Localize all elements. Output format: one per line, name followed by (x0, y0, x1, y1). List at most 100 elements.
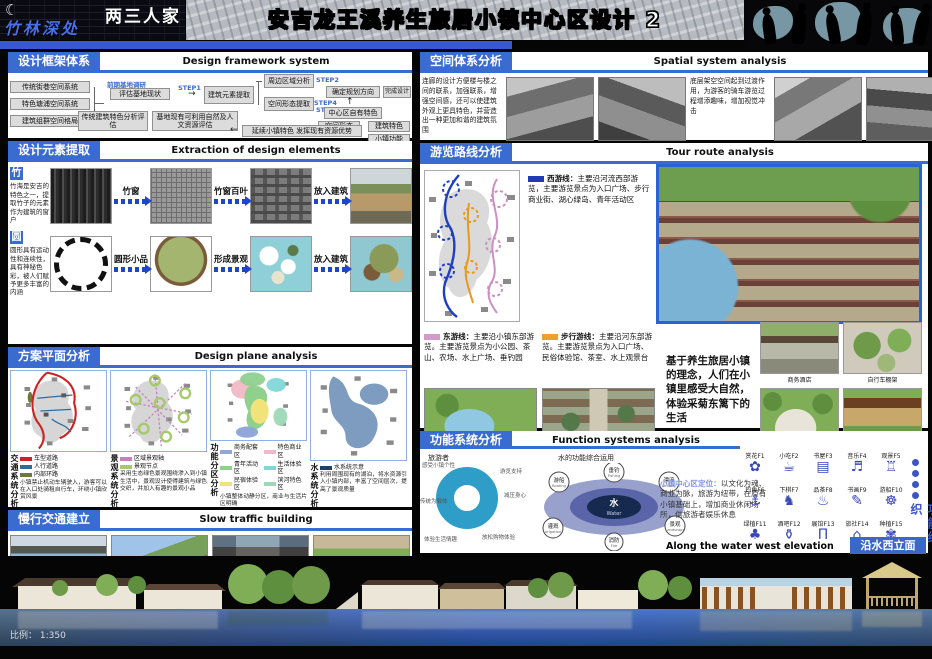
step-arrow: 形成景观 (212, 256, 250, 272)
elevation-title-zh: 沿水西立面 (850, 537, 926, 554)
flow-branch-bottom: 空间形态提取 (264, 97, 314, 111)
section-title-en: Tour route analysis (512, 143, 928, 161)
svg-text:垂钓: 垂钓 (608, 466, 620, 474)
panel-vtitle: 功能分区分析 (210, 443, 220, 508)
ring-label: 放松购物体验 (482, 533, 515, 541)
panel-vtitle: 景观系统分析 (110, 454, 120, 508)
panel-zoning: 功能分区分析 商务配套区 特色商业区 青年活动区 生活体验区 民宿体验区 滨河特… (210, 370, 307, 508)
element-tag: 竹 (10, 167, 23, 180)
panel-vtitle: 水系统分析 (310, 463, 320, 508)
section-title-zh: 游览路线分析 (420, 143, 512, 161)
section-plane-analysis: 方案平面分析 Design plane analysis (8, 347, 412, 507)
building (578, 590, 638, 609)
icon-music: 音乐F4♬ (840, 451, 874, 485)
flow-assess-sub1: 传统建筑特色分析评估 (78, 111, 148, 131)
reflection (862, 611, 922, 627)
section-title-zh: 空间体系分析 (420, 52, 512, 70)
section-title-zh: 方案平面分析 (8, 347, 100, 365)
flow-branch-top: 周边区域分析 (264, 74, 314, 88)
icon-calligraphy: 书画F9✎ (840, 485, 874, 519)
flow-output-1: 建筑特色 (368, 121, 410, 132)
flow-input-1: 传统街巷空间系统 (10, 81, 90, 93)
right-column: 空间体系分析 Spatial system analysis 连廊的设计方便楼与… (420, 52, 928, 553)
section-framework: 设计框架体系 Design framework system 传统街巷空间系统 … (8, 52, 412, 138)
building (144, 590, 222, 609)
step-arrow: 放入建筑 (312, 256, 350, 272)
panel-note: 小镇整体动静分区，商业与生活片区明确 (220, 494, 307, 508)
section-title-en: Design plane analysis (100, 347, 412, 365)
bamboo-photo (50, 168, 112, 224)
section-header: 游览路线分析 Tour route analysis (420, 143, 928, 164)
legend-item: 滨河特色区 (264, 477, 308, 491)
section-title-en: Spatial system analysis (512, 52, 928, 70)
legend-item: 商务配套区 (220, 444, 264, 458)
step-arrow: 圆形小品 (112, 256, 150, 272)
connector (258, 81, 259, 105)
section-title-zh: 慢行交通建立 (8, 510, 100, 528)
svg-text:Fishing: Fishing (608, 474, 621, 478)
section-tour: 游览路线分析 Tour route analysis (420, 143, 928, 428)
flow-extract: 建筑元素提取 (204, 86, 254, 104)
svg-text:Boating: Boating (552, 484, 566, 488)
flow-feedback: 延续小镇特色 发挥现有资源优势 (242, 125, 362, 137)
tree (128, 576, 146, 594)
connector (256, 81, 262, 82)
logo-line2: 竹林深处 (4, 15, 80, 39)
svg-text:Water: Water (607, 511, 623, 517)
hotel-render (760, 322, 839, 374)
section-title-en: Function systems analysis (512, 431, 740, 446)
icon-fishing: 钓鱼F6⚓ (738, 485, 772, 519)
panel-note: 采用生态绿色景观围绕渗入到小镇生活中，景观设计使得建筑与绿色交织，并加入有趣的景… (120, 471, 207, 493)
step-arrow: 竹窗百叶 (212, 188, 250, 204)
stilt-text: 底层架空空间起到过渡作用，为游客的骑车游览过程增添趣味，增加视觉冲击 (690, 77, 770, 139)
reflection (362, 611, 632, 629)
bike-shed-render (843, 322, 922, 374)
legend-item: 水系统示意 (320, 464, 407, 471)
icon-boat: 游船F10☸ (874, 485, 908, 519)
legend-item: 民宿体验区 (220, 477, 264, 491)
arrow-left: ← (230, 126, 238, 135)
section-header: 设计框架体系 Design framework system (8, 52, 412, 73)
tree (262, 570, 296, 604)
section-header: 空间体系分析 Spatial system analysis (420, 52, 928, 73)
svg-text:灌溉: 灌溉 (547, 522, 559, 530)
element-row-bamboo: 竹 竹海是安吉的特色之一，提取竹子的元素作为建筑的窗户 竹窗 竹窗百叶 放入建筑 (8, 162, 412, 230)
route-chip (424, 334, 440, 340)
dancer-figure (791, 9, 807, 44)
section-title-zh: 功能系统分析 (420, 431, 512, 446)
svg-text:消防: 消防 (608, 536, 620, 544)
section-elements: 设计元素提取 Extraction of design elements 竹 竹… (8, 141, 412, 344)
roof (438, 583, 506, 589)
svg-text:Landscape: Landscape (665, 528, 685, 532)
poster-title: 安吉龙王溪养生旅居小镇中心区设计 2 (186, 0, 744, 40)
framework-flowchart: 传统街巷空间系统 特色塘浦空间系统 建筑组群空间格局 前期基地调研 评估基地现状… (8, 73, 412, 139)
louver-facade-photo (250, 168, 312, 224)
icon-tea: 品茶F8♨ (806, 485, 840, 519)
building (362, 585, 438, 609)
ring-label: 减压身心 (504, 491, 526, 499)
icon-bookhouse: 书屋F3▤ (806, 451, 840, 485)
element-desc: 竹海是安吉的特色之一，提取竹子的元素作为建筑的窗户 (10, 182, 50, 224)
route-legend-walk: 步行游线：主要沿河东部游览。主要游览景点为入口广场、民俗体验馆、茶室、水上观景台 (542, 332, 654, 363)
thumb-card: 商务酒店 (760, 322, 839, 384)
ring-label: 体验生活情趣 (424, 535, 457, 543)
main-aerial-render (656, 164, 922, 324)
flow-finish: 完成设计 (383, 86, 411, 98)
ring-label: 游览支持 (500, 467, 522, 475)
tree (292, 566, 330, 604)
stilt-render-1 (774, 77, 862, 141)
building (440, 589, 504, 609)
panel-note: 小镇禁止机动车辆驶入，游客可以在入口处骑租自行车，环绕小镇欣赏风景 (20, 480, 107, 502)
dot-ornament (912, 455, 920, 503)
section-spatial: 空间体系分析 Spatial system analysis 连廊的设计方便楼与… (420, 52, 928, 140)
section-header: 方案平面分析 Design plane analysis (8, 347, 412, 368)
step-arrow: 竹窗 (112, 188, 150, 204)
logo-line1: 两三人家 (105, 2, 181, 27)
icon-flower: 赏花F1✿ (738, 451, 772, 485)
legend-item: 景观节点 (120, 463, 207, 470)
route-map (424, 170, 520, 322)
building (18, 586, 136, 609)
svg-text:Fire: Fire (611, 544, 618, 548)
flow-assess: 评估基地现状 (110, 88, 170, 100)
legend-item: 内部环路 (20, 471, 107, 478)
